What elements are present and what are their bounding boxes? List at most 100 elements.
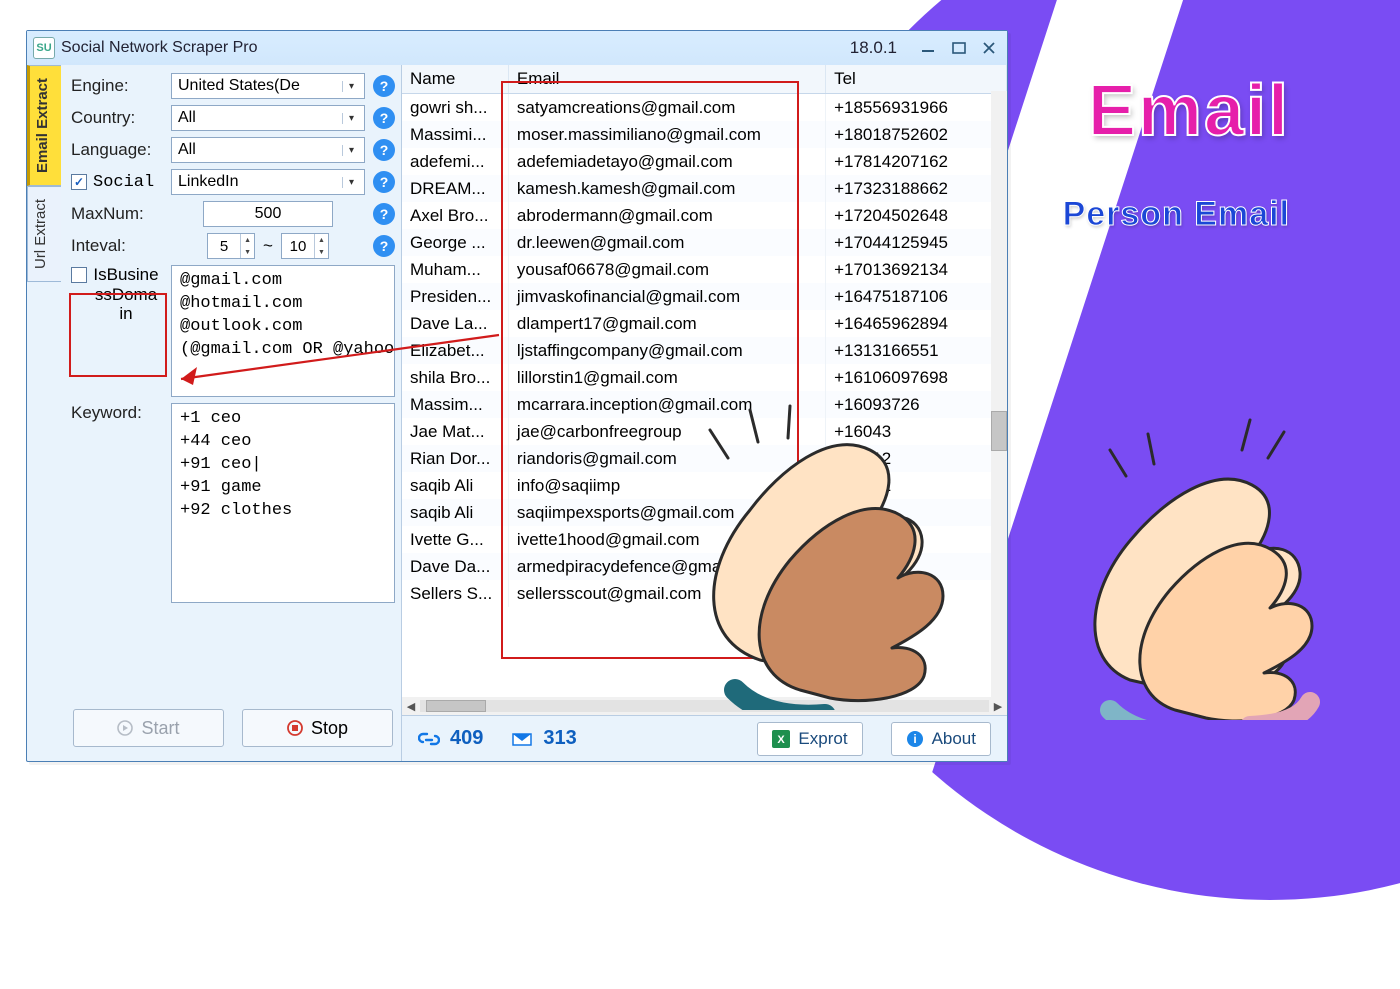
cell-name: shila Bro... (402, 364, 508, 391)
start-button[interactable]: Start (73, 709, 224, 747)
help-icon[interactable]: ? (373, 107, 395, 129)
titlebar[interactable]: SU Social Network Scraper Pro 18.0.1 (27, 31, 1007, 65)
cell-name: Massim... (402, 391, 508, 418)
cell-email: jimvaskofinancial@gmail.com (508, 283, 825, 310)
interval-to-stepper[interactable]: 10 ▲▼ (281, 233, 329, 259)
play-icon (117, 720, 133, 736)
cell-email: moser.massimiliano@gmail.com (508, 121, 825, 148)
help-icon[interactable]: ? (373, 75, 395, 97)
cell-name: Ivette G... (402, 526, 508, 553)
language-value: All (178, 141, 342, 159)
chevron-down-icon: ▾ (342, 113, 360, 124)
isbusiness-checkbox[interactable] (71, 267, 87, 283)
decor-title-email: Email (1088, 70, 1290, 152)
domains-textarea[interactable]: @gmail.com @hotmail.com @outlook.com (@g… (171, 265, 395, 397)
start-label: Start (141, 718, 179, 739)
cell-name: DREAM... (402, 175, 508, 202)
interval-label: Inteval: (71, 236, 163, 256)
engine-value: United States(De (178, 77, 342, 95)
keyword-textarea[interactable]: +1 ceo +44 ceo +91 ceo| +91 game +92 clo… (171, 403, 395, 603)
maxnum-label: MaxNum: (71, 204, 163, 224)
help-icon[interactable]: ? (373, 139, 395, 161)
interval-to-value: 10 (282, 234, 314, 258)
status-bar: 409 313 X Exprot i About (402, 715, 1007, 761)
interval-tilde: ~ (263, 236, 273, 256)
cell-name: gowri sh... (402, 94, 508, 122)
table-row[interactable]: adefemi...adefemiadetayo@gmail.com+17814… (402, 148, 1007, 175)
help-icon[interactable]: ? (373, 171, 395, 193)
stat-links-value: 409 (450, 727, 483, 750)
cell-name: Dave Da... (402, 553, 508, 580)
col-tel[interactable]: Tel (826, 65, 1007, 94)
cell-email: adefemiadetayo@gmail.com (508, 148, 825, 175)
tab-url-extract[interactable]: Url Extract (27, 186, 61, 282)
cell-name: saqib Ali (402, 472, 508, 499)
excel-icon: X (772, 730, 790, 748)
language-label: Language: (71, 140, 163, 160)
cell-tel: +18018752602 (826, 121, 1007, 148)
table-row[interactable]: Axel Bro...abrodermann@gmail.com+1720450… (402, 202, 1007, 229)
cell-name: Rian Dor... (402, 445, 508, 472)
engine-select[interactable]: United States(De ▾ (171, 73, 365, 99)
mail-icon (511, 730, 533, 748)
isbusiness-label: IsBusinessDomain (93, 265, 159, 324)
table-row[interactable]: Muham...yousaf06678@gmail.com+1701369213… (402, 256, 1007, 283)
cell-tel: +17323188662 (826, 175, 1007, 202)
maxnum-input[interactable]: 500 (203, 201, 333, 227)
cell-tel: +16465962894 (826, 310, 1007, 337)
link-icon (418, 730, 440, 748)
social-checkbox[interactable]: ✓ (71, 174, 87, 190)
country-select[interactable]: All ▾ (171, 105, 365, 131)
stop-button[interactable]: Stop (242, 709, 393, 747)
cell-name: Massimi... (402, 121, 508, 148)
col-name[interactable]: Name (402, 65, 508, 94)
table-row[interactable]: Presiden...jimvaskofinancial@gmail.com+1… (402, 283, 1007, 310)
cell-email: yousaf06678@gmail.com (508, 256, 825, 283)
cell-email: dr.leewen@gmail.com (508, 229, 825, 256)
cell-tel: +17013692134 (826, 256, 1007, 283)
table-row[interactable]: Dave La...dlampert17@gmail.com+164659628… (402, 310, 1007, 337)
help-icon[interactable]: ? (373, 235, 395, 257)
table-row[interactable]: Massimi...moser.massimiliano@gmail.com+1… (402, 121, 1007, 148)
stop-icon (287, 720, 303, 736)
cell-name: Jae Mat... (402, 418, 508, 445)
cell-tel: +18556931966 (826, 94, 1007, 122)
cell-email: kamesh.kamesh@gmail.com (508, 175, 825, 202)
keyword-label: Keyword: (71, 403, 163, 423)
social-label: Social (93, 173, 154, 192)
country-label: Country: (71, 108, 163, 128)
side-tabs: Email Extract Url Extract (27, 65, 61, 761)
minimize-button[interactable] (917, 40, 941, 56)
about-label: About (932, 729, 976, 749)
app-logo-icon: SU (33, 37, 55, 59)
social-select[interactable]: LinkedIn ▾ (171, 169, 365, 195)
close-button[interactable] (977, 40, 1001, 56)
clapping-hands-icon (1040, 380, 1380, 720)
country-value: All (178, 109, 342, 127)
col-email[interactable]: Email (508, 65, 825, 94)
export-button[interactable]: X Exprot (757, 722, 862, 756)
decor-title-person: Person Email (1063, 195, 1290, 234)
cell-name: Axel Bro... (402, 202, 508, 229)
clapping-hands-icon (640, 340, 1010, 710)
help-icon[interactable]: ? (373, 203, 395, 225)
tab-email-extract[interactable]: Email Extract (27, 65, 61, 186)
cell-name: adefemi... (402, 148, 508, 175)
interval-from-stepper[interactable]: 5 ▲▼ (207, 233, 255, 259)
table-row[interactable]: DREAM...kamesh.kamesh@gmail.com+17323188… (402, 175, 1007, 202)
table-row[interactable]: George ...dr.leewen@gmail.com+1704412594… (402, 229, 1007, 256)
cell-tel: +16475187106 (826, 283, 1007, 310)
svg-text:X: X (778, 734, 786, 746)
maximize-button[interactable] (947, 40, 971, 56)
interval-from-value: 5 (208, 234, 240, 258)
cell-email: dlampert17@gmail.com (508, 310, 825, 337)
chevron-down-icon: ▾ (342, 145, 360, 156)
about-button[interactable]: i About (891, 722, 991, 756)
cell-name: Presiden... (402, 283, 508, 310)
table-row[interactable]: gowri sh...satyamcreations@gmail.com+185… (402, 94, 1007, 122)
language-select[interactable]: All ▾ (171, 137, 365, 163)
stat-mails: 313 (511, 727, 576, 750)
stop-label: Stop (311, 718, 348, 739)
cell-name: Dave La... (402, 310, 508, 337)
cell-email: satyamcreations@gmail.com (508, 94, 825, 122)
